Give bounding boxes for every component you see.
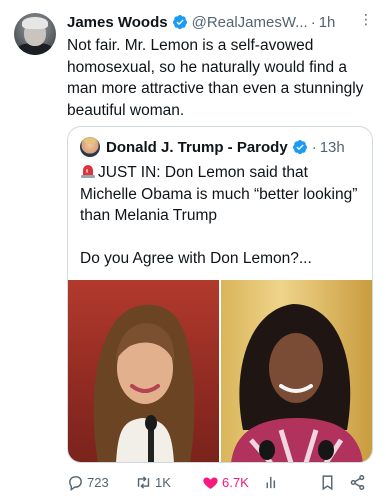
quoted-media[interactable] [68,280,372,462]
tweet-actions: 723 1K 6.7K [67,472,367,492]
reply-button[interactable]: 723 [67,474,109,491]
heart-icon [203,477,218,489]
bookmark-icon [322,474,333,490]
like-button[interactable]: 6.7K [202,474,249,491]
photo-right[interactable] [221,280,372,462]
retweet-button[interactable]: 1K [135,474,171,491]
photo-left[interactable] [68,280,219,462]
retweet-icon [137,475,150,489]
siren-emoji-icon [81,165,95,178]
tweet-text: Not fair. Mr. Lemon is a self-avowed hom… [67,37,364,119]
reply-icon [69,475,82,491]
author-handle[interactable]: @RealJamesW... [192,14,308,31]
more-options-icon[interactable]: ⋮ [359,11,373,28]
verified-badge-icon [172,15,187,30]
views-icon [266,476,276,488]
woman-portrait-right [231,304,363,462]
views-button[interactable] [263,474,283,491]
quoted-tweet[interactable]: Donald J. Trump - Parody · 13h JUST IN: … [67,126,373,463]
like-count: 6.7K [222,474,249,490]
retweet-count: 1K [155,474,171,490]
quoted-separator-dot: · [311,138,317,156]
share-icon [350,474,365,490]
quoted-text-line1: JUST IN: Don Lemon said that Michelle Ob… [80,164,358,224]
quoted-author-avatar [80,137,100,157]
tweet[interactable]: James Woods @RealJamesW... · 1h ⋮ Not fa… [0,0,386,500]
quoted-tweet-header: Donald J. Trump - Parody · 13h [80,136,362,158]
quoted-tweet-text: JUST IN: Don Lemon said that Michelle Ob… [80,162,365,269]
quoted-tweet-time: 13h [319,138,345,156]
quoted-author-name: Donald J. Trump - Parody [106,138,288,156]
tweet-time[interactable]: 1h [319,14,336,31]
verified-badge-icon [292,140,307,155]
bookmark-button[interactable] [319,474,339,491]
woman-portrait-left [93,304,195,462]
tweet-header: James Woods @RealJamesW... · 1h ⋮ [67,11,376,33]
author-name[interactable]: James Woods [67,14,168,31]
reply-count: 723 [87,474,109,490]
author-avatar[interactable] [14,13,56,55]
quoted-text-line2: Do you Agree with Don Lemon?... [80,249,312,267]
separator-dot: · [310,13,316,31]
share-button[interactable] [349,474,369,491]
